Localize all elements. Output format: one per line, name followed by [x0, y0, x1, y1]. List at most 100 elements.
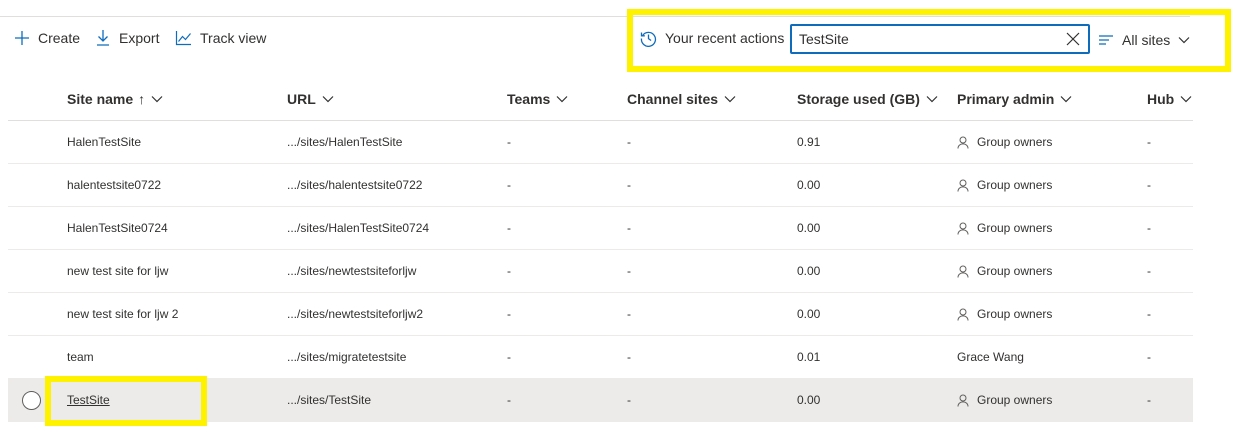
primary-admin-cell: Group owners — [957, 307, 1052, 321]
primary-admin-label: Group owners — [977, 393, 1053, 407]
primary-admin-label: Group owners — [977, 264, 1053, 278]
hub-cell: - — [1147, 221, 1151, 235]
download-icon — [97, 30, 109, 46]
primary-admin-cell: Group owners — [957, 135, 1052, 149]
table-row[interactable]: new test site for ljw 2 .../sites/newtes… — [8, 293, 1193, 336]
channel-sites-cell: - — [627, 307, 631, 321]
person-icon — [957, 394, 969, 407]
column-label: Primary admin — [957, 91, 1055, 107]
person-icon — [957, 179, 969, 192]
primary-admin-cell: Group owners — [957, 221, 1052, 235]
highlight-selected-site — [45, 376, 207, 426]
sites-table: Site name ↑ URL Teams Channel sites Stor… — [8, 78, 1193, 422]
table-row[interactable]: HalenTestSite .../sites/HalenTestSite - … — [8, 121, 1193, 164]
table-row[interactable]: team .../sites/migratetestsite - - 0.01 … — [8, 336, 1193, 379]
person-icon — [957, 308, 969, 321]
url-cell: .../sites/HalenTestSite — [287, 135, 403, 149]
url-cell: .../sites/migratetestsite — [287, 350, 407, 364]
primary-admin-label: Group owners — [977, 307, 1053, 321]
storage-cell: 0.01 — [797, 350, 821, 364]
export-button[interactable]: Export — [95, 28, 159, 48]
track-view-label: Track view — [200, 30, 267, 46]
site-name-cell: halentestsite0722 — [67, 178, 162, 192]
table-header: Site name ↑ URL Teams Channel sites Stor… — [8, 78, 1193, 121]
person-icon — [957, 136, 969, 149]
column-header-site-name[interactable]: Site name ↑ — [67, 91, 163, 107]
person-icon — [957, 265, 969, 278]
column-header-storage-used[interactable]: Storage used (GB) — [797, 91, 938, 107]
teams-cell: - — [507, 350, 511, 364]
row-select-radio[interactable] — [22, 391, 41, 410]
primary-admin-cell: Grace Wang — [957, 350, 1024, 364]
primary-admin-label: Group owners — [977, 221, 1053, 235]
channel-sites-cell: - — [627, 264, 631, 278]
search-input[interactable] — [792, 31, 1052, 47]
recent-actions-label: Your recent actions — [665, 30, 785, 46]
primary-admin-cell: Group owners — [957, 264, 1052, 278]
teams-cell: - — [507, 221, 511, 235]
table-row[interactable]: halentestsite0722 .../sites/halentestsit… — [8, 164, 1193, 207]
table-row[interactable]: HalenTestSite0724 .../sites/HalenTestSit… — [8, 207, 1193, 250]
chevron-down-icon — [1180, 96, 1192, 103]
plus-icon — [15, 31, 29, 45]
primary-admin-label: Group owners — [977, 135, 1053, 149]
table-row[interactable]: new test site for ljw .../sites/newtests… — [8, 250, 1193, 293]
clear-icon[interactable] — [1066, 32, 1080, 46]
chevron-down-icon — [926, 96, 938, 103]
hub-cell: - — [1147, 264, 1151, 278]
primary-admin-label: Grace Wang — [957, 350, 1024, 364]
person-icon — [957, 222, 969, 235]
url-cell: .../sites/newtestsiteforljw2 — [287, 307, 424, 321]
storage-cell: 0.00 — [797, 307, 821, 321]
channel-sites-cell: - — [627, 393, 631, 407]
site-name-cell: team — [67, 350, 94, 364]
chevron-down-icon — [322, 96, 334, 103]
column-label: Channel sites — [627, 91, 719, 107]
teams-cell: - — [507, 178, 511, 192]
storage-cell: 0.00 — [797, 178, 821, 192]
create-label: Create — [38, 30, 81, 46]
recent-actions-button[interactable]: Your recent actions — [640, 28, 784, 48]
chevron-down-icon — [1060, 96, 1072, 103]
column-header-primary-admin[interactable]: Primary admin — [957, 91, 1072, 107]
storage-cell: 0.00 — [797, 393, 821, 407]
teams-cell: - — [507, 135, 511, 149]
chevron-down-icon — [556, 96, 568, 103]
hub-cell: - — [1147, 307, 1151, 321]
url-cell: .../sites/HalenTestSite0724 — [287, 221, 430, 235]
channel-sites-cell: - — [627, 221, 631, 235]
column-header-url[interactable]: URL — [287, 91, 334, 107]
view-filter-label: All sites — [1122, 32, 1171, 48]
create-button[interactable]: Create — [14, 28, 80, 48]
chevron-down-icon — [1178, 37, 1190, 44]
trend-chart-icon — [175, 31, 191, 46]
column-label: Teams — [507, 91, 551, 107]
hub-cell: - — [1147, 178, 1151, 192]
track-view-button[interactable]: Track view — [175, 28, 266, 48]
history-icon — [640, 31, 657, 47]
primary-admin-cell: Group owners — [957, 178, 1052, 192]
column-header-hub[interactable]: Hub — [1147, 91, 1192, 107]
site-name-cell: HalenTestSite — [67, 135, 142, 149]
search-box — [790, 24, 1090, 54]
view-filter-dropdown[interactable]: All sites — [1098, 30, 1190, 50]
sort-ascending-icon: ↑ — [138, 91, 146, 107]
site-name-cell: HalenTestSite0724 — [67, 221, 168, 235]
primary-admin-label: Group owners — [977, 178, 1053, 192]
chevron-down-icon — [724, 96, 736, 103]
channel-sites-cell: - — [627, 350, 631, 364]
hub-cell: - — [1147, 135, 1151, 149]
export-label: Export — [119, 30, 160, 46]
site-name-cell: new test site for ljw 2 — [67, 307, 179, 321]
teams-cell: - — [507, 393, 511, 407]
column-label: Storage used (GB) — [797, 91, 920, 107]
column-header-channel-sites[interactable]: Channel sites — [627, 91, 736, 107]
channel-sites-cell: - — [627, 135, 631, 149]
storage-cell: 0.91 — [797, 135, 821, 149]
storage-cell: 0.00 — [797, 221, 821, 235]
url-cell: .../sites/halentestsite0722 — [287, 178, 423, 192]
primary-admin-cell: Group owners — [957, 393, 1052, 407]
column-header-teams[interactable]: Teams — [507, 91, 568, 107]
channel-sites-cell: - — [627, 178, 631, 192]
site-name-cell: new test site for ljw — [67, 264, 169, 278]
